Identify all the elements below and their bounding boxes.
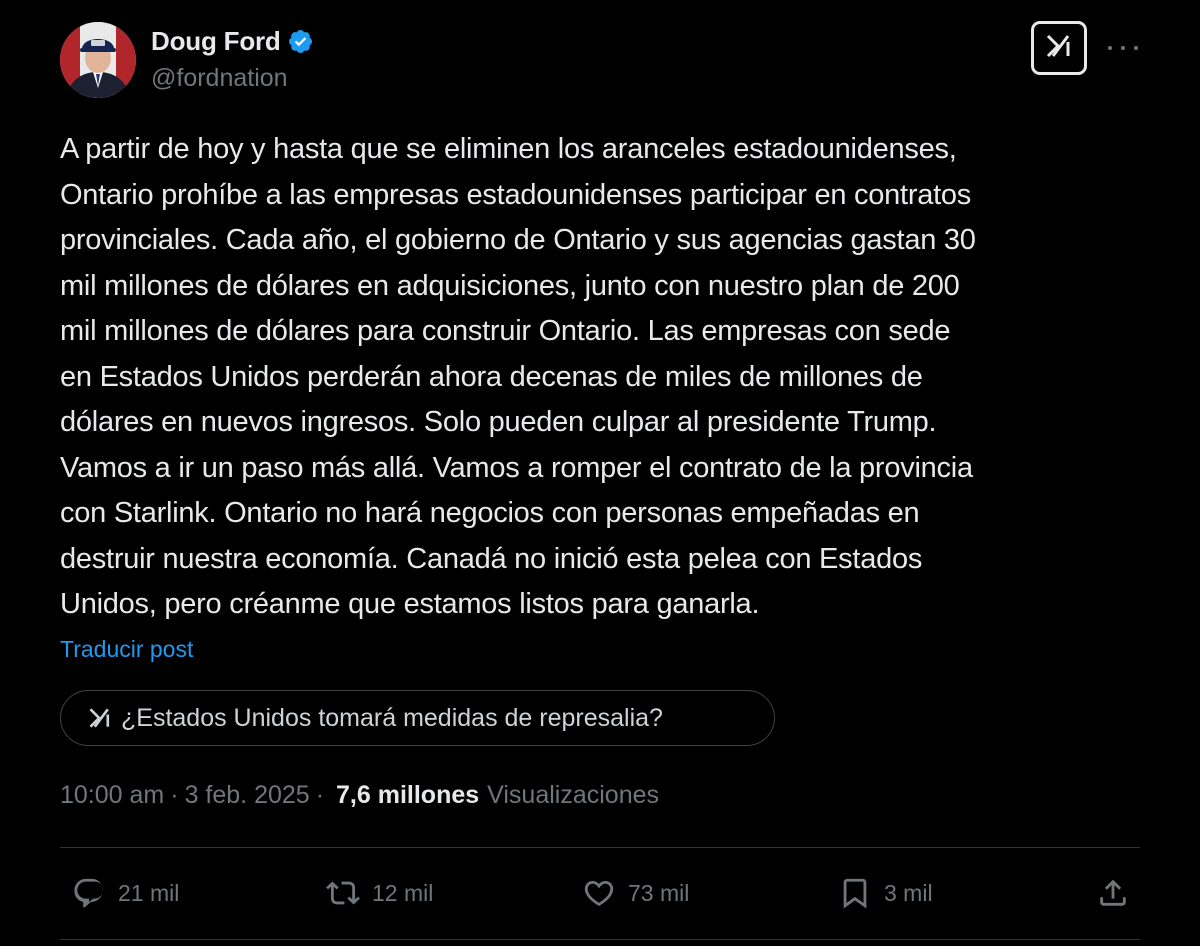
repost-button[interactable]: 12 mil xyxy=(326,868,433,918)
heart-icon xyxy=(584,880,614,906)
repost-icon xyxy=(326,881,360,905)
post-time[interactable]: 10:00 am xyxy=(60,781,164,810)
post-text: A partir de hoy y hasta que se eliminen … xyxy=(60,133,976,620)
tweet: Doug Ford @fordnation A partir de hoy y … xyxy=(0,0,1200,946)
grok-icon xyxy=(1044,31,1074,66)
grok-prompt-text: ¿Estados Unidos tomará medidas de repres… xyxy=(121,703,663,732)
action-bar: 21 mil 12 mil 73 mil 3 mil xyxy=(0,868,1200,918)
post-meta: 10:00 am · 3 feb. 2025 · 7,6 millones Vi… xyxy=(60,781,659,810)
avatar[interactable] xyxy=(60,22,136,98)
reply-icon xyxy=(74,878,103,908)
author-name-row[interactable]: Doug Ford xyxy=(151,26,314,56)
author-display-name[interactable]: Doug Ford xyxy=(151,26,281,57)
verified-badge-icon[interactable] xyxy=(287,28,314,55)
like-count: 73 mil xyxy=(628,879,690,906)
views-count[interactable]: 7,6 millones xyxy=(336,781,479,810)
divider xyxy=(60,847,1140,848)
bookmark-button[interactable]: 3 mil xyxy=(838,868,933,918)
more-options-button[interactable] xyxy=(1108,36,1138,60)
grok-prompt-button[interactable]: ¿Estados Unidos tomará medidas de repres… xyxy=(60,690,775,746)
share-icon xyxy=(1100,879,1126,906)
repost-count: 12 mil xyxy=(372,879,434,906)
translate-post-link[interactable]: Traducir post xyxy=(60,636,193,663)
meta-separator: · xyxy=(315,781,325,809)
like-button[interactable]: 73 mil xyxy=(582,868,689,918)
divider xyxy=(60,939,1140,940)
post-date[interactable]: 3 feb. 2025 xyxy=(185,781,310,810)
views-label: Visualizaciones xyxy=(487,781,660,809)
more-dots-icon xyxy=(1108,46,1112,50)
author-handle[interactable]: @fordnation xyxy=(151,64,288,93)
reply-count: 21 mil xyxy=(118,879,180,906)
reply-button[interactable]: 21 mil xyxy=(72,868,179,918)
bookmark-count: 3 mil xyxy=(884,879,933,906)
share-button[interactable] xyxy=(1096,868,1130,918)
grok-icon xyxy=(87,705,113,731)
grok-button[interactable] xyxy=(1031,21,1087,75)
bookmark-icon xyxy=(843,878,867,909)
meta-separator: · xyxy=(170,781,179,809)
